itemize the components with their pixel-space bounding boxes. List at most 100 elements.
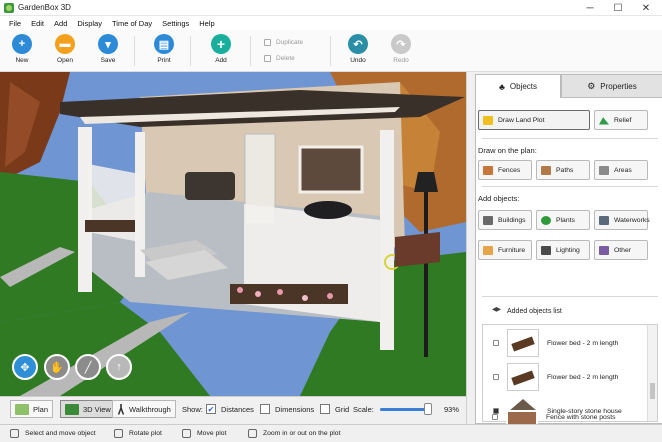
mouse-middle-icon [182, 429, 191, 438]
layers-icon [492, 307, 501, 312]
save-button[interactable]: ▾ Save [91, 34, 125, 64]
3d-view-label: 3D View [83, 404, 111, 414]
list-item-label: Flower bed - 2 m length [547, 373, 619, 381]
maximize-button[interactable]: ☐ [604, 0, 632, 16]
fence-thumbnail [506, 410, 538, 424]
close-button[interactable]: ✕ [632, 0, 660, 16]
walking-person-icon [117, 403, 125, 415]
grid-checkbox[interactable] [320, 404, 330, 414]
lock-icon[interactable] [492, 414, 498, 420]
lighting-button[interactable]: Lighting [536, 240, 590, 260]
3d-viewport[interactable]: ✥ ✋ ╱ ↑ [0, 72, 466, 396]
grid-label: Grid [335, 405, 350, 414]
tree-icon: ♣ [498, 81, 505, 92]
print-button[interactable]: ▤ Print [147, 34, 181, 64]
scale-value: 93% [444, 405, 460, 414]
menu-time-of-day[interactable]: Time of Day [107, 19, 157, 28]
relief-mountain-icon [599, 117, 609, 125]
paths-button[interactable]: Paths [536, 160, 590, 180]
objects-tab-content: Draw Land Plot Relief Draw on the plan: … [475, 98, 662, 424]
fence-icon [483, 165, 493, 175]
gear-icon: ⚙ [587, 80, 596, 91]
scale-slider-handle[interactable] [424, 403, 433, 415]
dimensions-checkbox[interactable] [260, 404, 270, 414]
tab-properties-label: Properties [600, 81, 637, 91]
added-objects-list[interactable]: Flower bed - 2 m length Flower bed - 2 m… [482, 324, 658, 422]
path-icon [541, 165, 551, 175]
duplicate-label: Duplicate [276, 39, 304, 46]
added-objects-title: Added objects list [507, 307, 562, 315]
new-label: New [15, 57, 29, 64]
area-icon [599, 165, 609, 175]
relief-label: Relief [614, 116, 632, 124]
ruler-measure-icon[interactable]: ╱ [75, 354, 101, 380]
flower-bed-thumbnail [507, 363, 539, 391]
list-item[interactable]: Flower bed - 2 m length [483, 327, 643, 359]
select-move-mode-icon[interactable]: ✥ [12, 354, 38, 380]
building-icon [483, 215, 493, 225]
scale-slider-fill [380, 408, 429, 411]
list-item[interactable]: Flower bed - 2 m length [483, 361, 643, 393]
furniture-button[interactable]: Furniture [478, 240, 532, 260]
status-move-text: Move plot [197, 430, 227, 437]
delete-button[interactable]: Delete [264, 55, 295, 62]
distances-checkbox[interactable]: ✔ [206, 404, 216, 414]
3d-scene [0, 72, 466, 396]
waterworks-button[interactable]: Waterworks [594, 210, 650, 230]
lock-icon[interactable] [493, 374, 499, 380]
list-scrollbar[interactable] [647, 325, 657, 421]
menu-help[interactable]: Help [194, 19, 219, 28]
areas-button[interactable]: Areas [594, 160, 648, 180]
mouse-left-icon [10, 429, 19, 438]
fences-button[interactable]: Fences [478, 160, 532, 180]
menu-settings[interactable]: Settings [157, 19, 194, 28]
right-panel: ♣ Objects ⚙ Properties Draw Land Plot Re… [466, 72, 662, 424]
scrollbar-thumb[interactable] [650, 383, 655, 399]
status-select-text: Select and move object [25, 430, 96, 437]
menu-file[interactable]: File [4, 19, 26, 28]
menu-add[interactable]: Add [49, 19, 72, 28]
buildings-button[interactable]: Buildings [478, 210, 532, 230]
dimensions-label: Dimensions [275, 405, 315, 414]
lock-icon[interactable] [493, 340, 499, 346]
3d-view-button[interactable]: 3D View [60, 400, 116, 418]
add-objects-heading: Add objects: [478, 194, 520, 203]
duplicate-icon [264, 39, 271, 46]
add-button[interactable]: + Add [204, 34, 238, 64]
status-hint-move: Move plot [182, 429, 226, 438]
draw-on-plan-heading: Draw on the plan: [478, 146, 537, 155]
tab-objects-label: Objects [509, 82, 538, 91]
undo-button[interactable]: ↶ Undo [341, 34, 375, 64]
status-hint-rotate: Rotate plot [114, 429, 162, 438]
lamp-icon [541, 245, 551, 255]
hand-pan-icon[interactable]: ✋ [44, 354, 70, 380]
mouse-right-icon [114, 429, 123, 438]
add-label: Add [215, 57, 227, 64]
height-tool-icon[interactable]: ↑ [106, 354, 132, 380]
other-button[interactable]: Other [594, 240, 648, 260]
redo-button[interactable]: ↷ Redo [384, 34, 418, 64]
plants-button[interactable]: Plants [536, 210, 590, 230]
status-rotate-text: Rotate plot [129, 430, 162, 437]
tab-properties[interactable]: ⚙ Properties [561, 74, 662, 98]
view-bar: Plan 3D View Walkthrough Show: ✔ Distanc… [0, 396, 466, 420]
walkthrough-label: Walkthrough [129, 404, 171, 414]
distances-label: Distances [221, 405, 254, 414]
toolbar-separator [250, 36, 251, 66]
new-button[interactable]: + New [5, 34, 39, 64]
printer-icon: ▤ [154, 34, 174, 54]
relief-button[interactable]: Relief [594, 110, 648, 130]
open-button[interactable]: ▬ Open [48, 34, 82, 64]
save-icon: ▾ [98, 34, 118, 54]
plan-view-button[interactable]: Plan [10, 400, 54, 418]
minimize-button[interactable]: ─ [576, 0, 604, 16]
menu-display[interactable]: Display [72, 19, 107, 28]
walkthrough-button[interactable]: Walkthrough [112, 400, 176, 418]
tab-objects[interactable]: ♣ Objects [475, 74, 561, 98]
scale-label: Scale: [353, 405, 374, 414]
added-objects-header[interactable]: Added objects list [482, 302, 658, 320]
duplicate-button[interactable]: Duplicate [264, 39, 303, 46]
list-item[interactable]: Fence with stone posts [482, 410, 642, 424]
menu-edit[interactable]: Edit [26, 19, 49, 28]
draw-land-plot-button[interactable]: Draw Land Plot [478, 110, 590, 130]
